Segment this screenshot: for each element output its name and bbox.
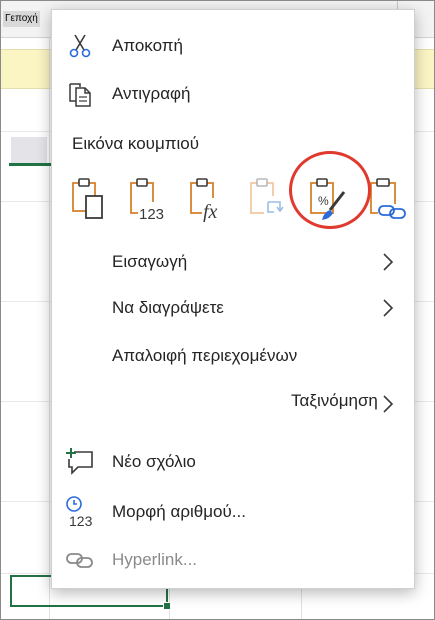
menu-item-label: Αντιγραφή: [112, 84, 191, 103]
window-frame: Γεποχή Αποκοπή Αντιγραφή Εικόνα κουμπιού…: [0, 0, 435, 620]
paste-keep-source-button[interactable]: [62, 170, 114, 228]
menu-item-copy[interactable]: Αντιγραφή: [52, 74, 414, 114]
menu-item-cut[interactable]: Αποκοπή: [52, 26, 414, 66]
number-format-icon: 123: [64, 496, 96, 529]
comment-plus-icon: [64, 446, 96, 478]
cell-underline: [9, 163, 54, 166]
clipboard-brush-icon: %: [310, 178, 346, 220]
cell-fill: [11, 137, 47, 163]
clipboard-transpose-icon: [250, 178, 286, 220]
menu-item-label: Αποκοπή: [112, 36, 183, 55]
menu-item-hyperlink[interactable]: Hyperlink...: [52, 540, 414, 580]
chevron-right-icon: [383, 253, 394, 271]
paste-options-row: 123 fx %: [62, 170, 408, 230]
clipboard-link-icon: [370, 178, 408, 219]
menu-item-insert[interactable]: Εισαγωγή: [52, 242, 414, 282]
chevron-right-icon: [383, 299, 394, 317]
values-sub-label: 123: [139, 206, 164, 222]
menu-item-number-format[interactable]: 123 Μορφή αριθμού...: [52, 492, 414, 532]
scissors-icon: [64, 30, 96, 62]
grid-line: [49, 37, 50, 619]
menu-item-label: Hyperlink...: [112, 550, 198, 569]
paste-values-button[interactable]: 123: [122, 170, 174, 228]
menu-item-new-comment[interactable]: Νέο σχόλιο: [52, 442, 414, 482]
menu-item-label: Μορφή αριθμού...: [112, 502, 246, 521]
corner-tag: Γεποχή: [3, 11, 40, 27]
paste-formatting-button[interactable]: %: [302, 170, 354, 228]
paste-options-title: Εικόνα κουμπιού: [72, 134, 200, 153]
paste-transpose-button[interactable]: [242, 170, 294, 228]
link-icon: [64, 544, 96, 576]
sort-label: Ταξινόμηση: [291, 391, 378, 410]
menu-item-clear-contents[interactable]: Απαλοιφή περιεχομένων: [52, 336, 414, 376]
chevron-right-icon: [383, 395, 394, 413]
clipboard-formula-icon: fx: [190, 178, 228, 222]
menu-item-label: Νέο σχόλιο: [112, 452, 196, 471]
paste-formulas-button[interactable]: fx: [182, 170, 234, 228]
paste-link-button[interactable]: [362, 170, 414, 228]
clipboard-page-icon: [72, 178, 103, 219]
formula-sub-label: fx: [203, 201, 218, 222]
menu-item-label: Να διαγράψετε: [112, 298, 224, 317]
menu-item-delete[interactable]: Να διαγράψετε: [52, 288, 414, 328]
svg-text:%: %: [318, 194, 329, 208]
menu-item-label: Απαλοιφή περιεχομένων: [112, 346, 298, 365]
menu-item-label: Εισαγωγή: [112, 252, 188, 271]
copy-icon: [64, 78, 96, 110]
context-menu: Αποκοπή Αντιγραφή Εικόνα κουμπιού 123 fx…: [51, 9, 415, 589]
number-format-sub-label: 123: [69, 513, 93, 529]
clipboard-values-icon: 123: [130, 178, 168, 222]
